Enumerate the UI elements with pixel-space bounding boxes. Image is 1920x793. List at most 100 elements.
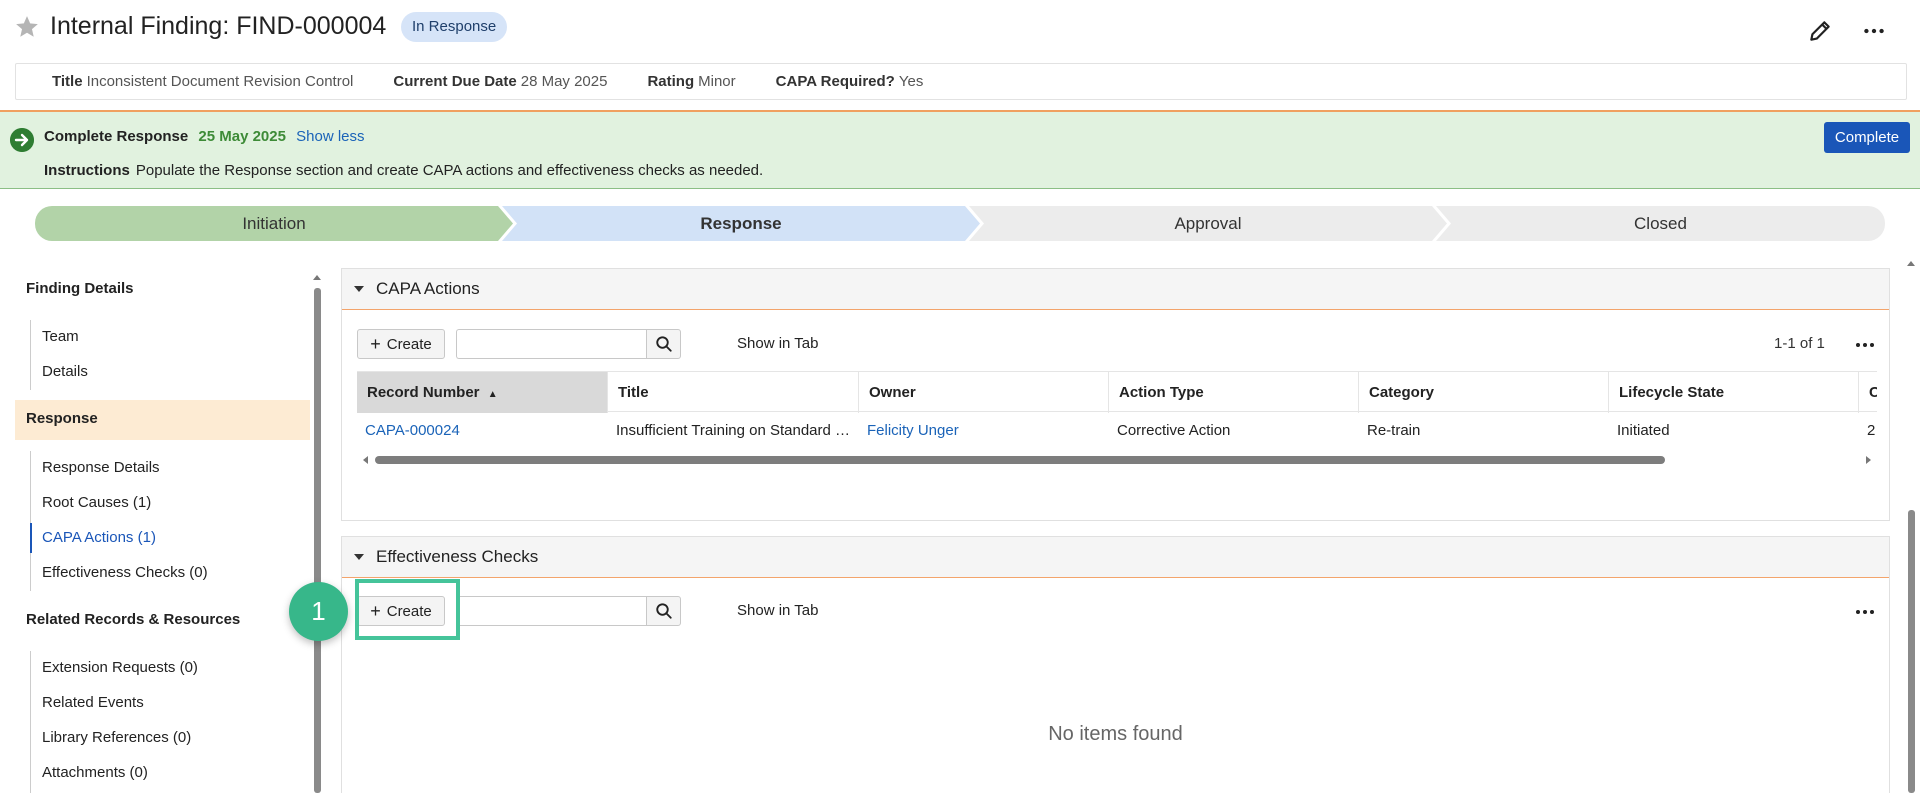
stage-approval[interactable]: Approval: [969, 206, 1447, 241]
due-date-label: Current Due Date: [393, 73, 517, 90]
row-truncated: 2: [1867, 422, 1876, 439]
nav-section-related[interactable]: Related Records & Resources: [26, 611, 240, 628]
nav-scrollbar-thumb[interactable]: [314, 288, 321, 793]
search-icon: [655, 336, 672, 352]
nav-group-line: [30, 651, 31, 793]
nav-group-line: [30, 451, 31, 591]
more-actions-icon[interactable]: [1861, 18, 1887, 44]
more-actions-icon[interactable]: [1854, 604, 1876, 620]
record-header: Internal Finding: FIND-000004 In Respons…: [0, 0, 1920, 56]
scrollbar-thumb[interactable]: [375, 456, 1665, 464]
effectiveness-checks-header[interactable]: Effectiveness Checks: [342, 537, 1889, 578]
row-title: Insufficient Training on Standard Operat…: [616, 422, 851, 439]
instructions-label: Instructions: [44, 162, 130, 179]
nav-item-root-causes[interactable]: Root Causes (1): [42, 494, 151, 511]
rating-field: Rating Minor: [647, 73, 735, 90]
capa-pager: 1-1 of 1: [1774, 335, 1825, 352]
stage-closed[interactable]: Closed: [1436, 206, 1885, 241]
instructions-text: Populate the Response section and create…: [135, 162, 764, 179]
col-record-number-label: Record Number: [367, 384, 480, 401]
nav-item-capa-actions[interactable]: CAPA Actions (1): [42, 529, 156, 546]
pencil-icon[interactable]: [1807, 18, 1833, 44]
scroll-up-arrow-icon[interactable]: [1906, 258, 1916, 268]
scroll-up-arrow-icon[interactable]: [312, 272, 322, 282]
nav-item-related-events[interactable]: Related Events: [42, 694, 144, 711]
rating-label: Rating: [647, 73, 695, 90]
title-field: Title Inconsistent Document Revision Cont…: [52, 73, 353, 90]
step-highlight-box: [355, 579, 460, 640]
nav-section-finding-details[interactable]: Finding Details: [26, 280, 134, 297]
complete-button[interactable]: Complete: [1824, 122, 1910, 153]
task-line: Complete Response 25 May 2025 Show less: [44, 128, 365, 145]
capa-required-value: Yes: [898, 73, 924, 90]
col-truncated[interactable]: C: [1859, 372, 1877, 413]
capa-search-input[interactable]: [456, 329, 646, 359]
page-title: Internal Finding: FIND-000004: [50, 12, 387, 40]
capa-show-in-tab[interactable]: Show in Tab: [737, 335, 818, 352]
effectiveness-search-button[interactable]: [646, 596, 681, 626]
nav-item-attachments[interactable]: Attachments (0): [42, 764, 148, 781]
col-record-number[interactable]: Record Number ▲: [357, 372, 608, 413]
nav-item-details[interactable]: Details: [42, 363, 88, 380]
effectiveness-search-input[interactable]: [456, 596, 646, 626]
status-badge: In Response: [401, 12, 508, 42]
capa-actions-header[interactable]: CAPA Actions: [342, 269, 1889, 310]
capa-actions-panel: CAPA Actions + Create Show in Tab 1-1 of…: [341, 268, 1890, 521]
task-banner: Complete Response 25 May 2025 Show less …: [0, 110, 1920, 189]
stage-response[interactable]: Response: [502, 206, 980, 241]
row-lifecycle-state: Initiated: [1617, 422, 1670, 439]
search-icon: [655, 603, 672, 619]
collapse-caret-icon[interactable]: [354, 554, 364, 560]
col-action-type[interactable]: Action Type: [1109, 372, 1359, 413]
col-category[interactable]: Category: [1359, 372, 1609, 413]
scroll-left-arrow-icon[interactable]: [361, 455, 369, 465]
capa-required-label: CAPA Required?: [775, 73, 895, 90]
sort-ascending-icon: ▲: [487, 389, 498, 400]
empty-state-message: No items found: [1048, 723, 1183, 745]
lifecycle-stages: Initiation Response Approval Closed: [35, 206, 1885, 241]
task-due-date: 25 May 2025: [198, 128, 286, 145]
nav-item-response-details[interactable]: Response Details: [42, 459, 160, 476]
capa-create-button[interactable]: + Create: [357, 329, 445, 359]
nav-group-line: [30, 320, 31, 390]
nav-item-effectiveness-checks[interactable]: Effectiveness Checks (0): [42, 564, 208, 581]
stage-initiation[interactable]: Initiation: [35, 206, 513, 241]
show-less-link[interactable]: Show less: [296, 128, 364, 145]
row-category: Re-train: [1367, 422, 1421, 439]
row-action-type: Corrective Action: [1117, 422, 1231, 439]
owner-link[interactable]: Felicity Unger: [859, 412, 1109, 450]
capa-toolbar: + Create Show in Tab 1-1 of 1: [342, 329, 1889, 361]
effectiveness-toolbar: + Create Show in Tab: [342, 596, 1889, 628]
capa-create-label: Create: [386, 335, 432, 353]
due-date-value: 28 May 2025: [520, 73, 608, 90]
nav-section-response[interactable]: Response: [26, 410, 98, 427]
main-scrollbar-thumb[interactable]: [1908, 510, 1915, 793]
plus-icon: +: [370, 334, 381, 354]
effectiveness-checks-title: Effectiveness Checks: [376, 547, 539, 566]
record-number-link[interactable]: CAPA-000024: [357, 412, 608, 450]
col-title[interactable]: Title: [608, 372, 859, 413]
nav-item-extension-requests[interactable]: Extension Requests (0): [42, 659, 198, 676]
nav-active-indicator: [30, 523, 32, 553]
capa-search-button[interactable]: [646, 329, 681, 359]
table-horizontal-scrollbar[interactable]: [357, 453, 1877, 465]
table-row[interactable]: CAPA-000024 Insufficient Training on Sta…: [357, 412, 1877, 450]
capa-required-field: CAPA Required? Yes: [776, 73, 924, 90]
due-date-field: Current Due Date 28 May 2025: [393, 73, 607, 90]
nav-item-library-references[interactable]: Library References (0): [42, 729, 191, 746]
more-actions-icon[interactable]: [1854, 337, 1876, 353]
collapse-caret-icon[interactable]: [354, 286, 364, 292]
title-label: Title: [52, 73, 83, 90]
capa-actions-title: CAPA Actions: [376, 279, 480, 298]
capa-table-header: Record Number ▲ Title Owner Action Type …: [357, 371, 1877, 413]
record-summary-bar: Title Inconsistent Document Revision Cont…: [15, 63, 1907, 100]
arrow-right-circle-icon: [10, 128, 34, 152]
effectiveness-show-in-tab[interactable]: Show in Tab: [737, 602, 818, 619]
star-icon[interactable]: [14, 14, 40, 40]
nav-item-team[interactable]: Team: [42, 328, 79, 345]
scroll-right-arrow-icon[interactable]: [1865, 455, 1873, 465]
col-owner[interactable]: Owner: [859, 372, 1109, 413]
rating-value: Minor: [698, 73, 736, 90]
title-value: Inconsistent Document Revision Control: [86, 73, 354, 90]
col-lifecycle-state[interactable]: Lifecycle State: [1609, 372, 1859, 413]
